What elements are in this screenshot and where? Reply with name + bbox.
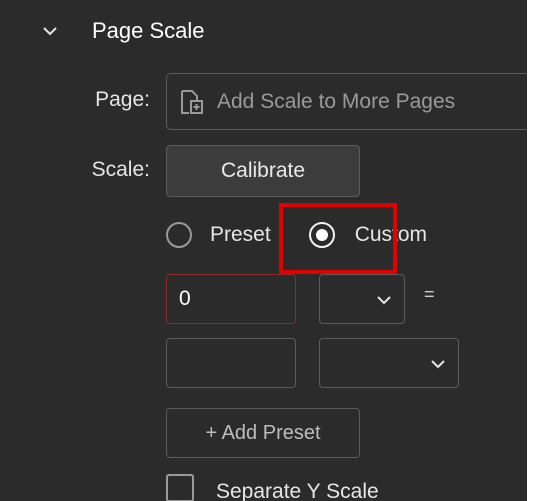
add-scale-button-label: Add Scale to More Pages: [217, 89, 456, 113]
add-preset-button[interactable]: + Add Preset: [166, 408, 360, 458]
page-label: Page:: [95, 88, 150, 111]
real-unit-select[interactable]: [319, 338, 459, 388]
calibrate-button[interactable]: Calibrate: [166, 145, 360, 197]
chevron-down-icon[interactable]: [40, 21, 60, 41]
section-title: Page Scale: [92, 18, 205, 43]
add-scale-to-more-pages-button[interactable]: Add Scale to More Pages: [166, 73, 527, 130]
chevron-down-icon: [377, 296, 391, 305]
equals-sign: =: [424, 284, 435, 304]
add-pages-icon: [181, 89, 203, 114]
separate-y-scale-label: Separate Y Scale: [216, 480, 379, 501]
real-length-input[interactable]: [167, 339, 295, 387]
separate-y-scale-checkbox[interactable]: [166, 474, 194, 501]
page-scale-panel: Page Scale Page: Add Scale to More Pages…: [0, 0, 527, 501]
preset-radio[interactable]: [166, 222, 192, 248]
document-length-input[interactable]: [167, 275, 295, 323]
page-scale-section-header[interactable]: Page Scale: [40, 16, 205, 46]
scale-label: Scale:: [91, 158, 150, 181]
document-unit-select[interactable]: [319, 274, 405, 324]
document-length-field[interactable]: [166, 274, 296, 324]
chevron-down-icon: [431, 360, 445, 369]
preset-radio-label: Preset: [210, 223, 271, 246]
real-length-field[interactable]: [166, 338, 296, 388]
preset-radio-option[interactable]: Preset: [166, 222, 271, 248]
separate-y-scale-option[interactable]: Separate Y Scale: [166, 474, 379, 501]
highlight-box: [279, 203, 397, 274]
